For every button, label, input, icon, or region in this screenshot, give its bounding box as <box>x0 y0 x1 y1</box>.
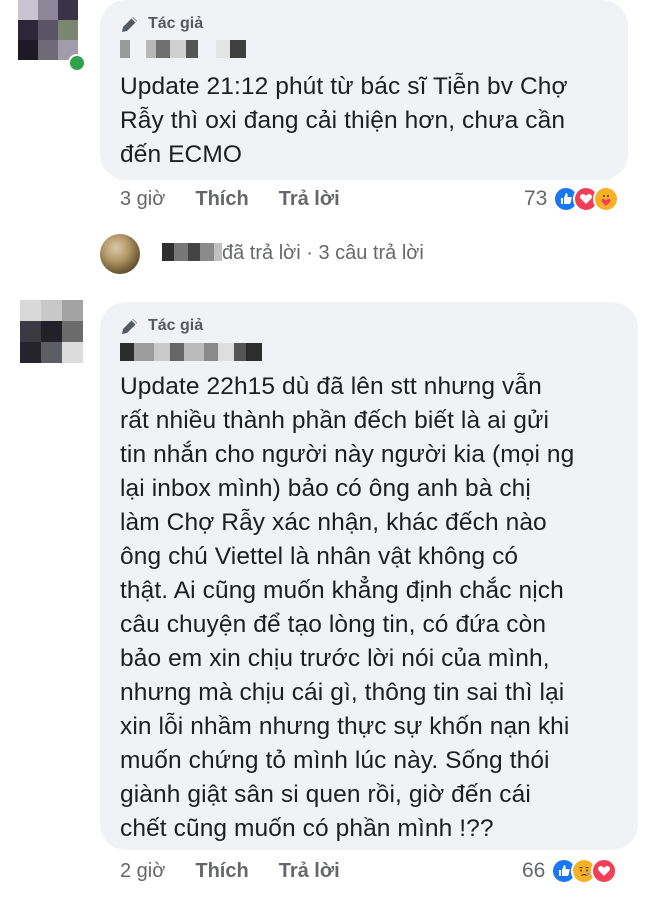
author-badge: Tác giả <box>120 14 203 34</box>
reply-author-name <box>162 243 222 261</box>
avatar[interactable] <box>20 300 84 366</box>
reply-button[interactable]: Trả lời <box>279 188 340 211</box>
comment-time[interactable]: 3 giờ <box>120 188 165 211</box>
author-tag-label: Tác giả <box>148 15 204 32</box>
author-name[interactable] <box>120 40 246 58</box>
love-icon <box>591 858 618 884</box>
care-icon <box>593 186 620 212</box>
author-tag-label: Tác giả <box>148 317 204 334</box>
comment-actions: 3 giờ Thích Trả lời <box>120 188 370 211</box>
online-status-dot <box>68 54 86 72</box>
reaction-count: 73 <box>524 187 548 210</box>
comment-time[interactable]: 2 giờ <box>120 860 165 883</box>
avatar[interactable] <box>18 0 80 64</box>
comment-text: Update 22h15 dù đã lên stt nhưng vẫn rất… <box>120 373 575 842</box>
reactions-summary[interactable]: 66 <box>522 858 618 884</box>
pencil-icon <box>122 17 137 32</box>
author-badge: Tác giả <box>120 316 203 336</box>
comment-text: Update 21:12 phút từ bác sĩ Tiễn bv Chợ … <box>120 73 568 168</box>
pencil-icon <box>122 319 137 334</box>
reply-summary-text: đã trả lời · 3 câu trả lời <box>222 242 424 264</box>
reactions-summary[interactable]: 73 <box>524 186 620 212</box>
reply-button[interactable]: Trả lời <box>279 860 340 883</box>
comment-actions: 2 giờ Thích Trả lời <box>120 860 370 883</box>
reply-avatar <box>100 234 140 274</box>
reaction-count: 66 <box>522 859 546 882</box>
like-button[interactable]: Thích <box>195 860 248 883</box>
author-name[interactable] <box>120 343 262 361</box>
like-button[interactable]: Thích <box>195 188 248 211</box>
